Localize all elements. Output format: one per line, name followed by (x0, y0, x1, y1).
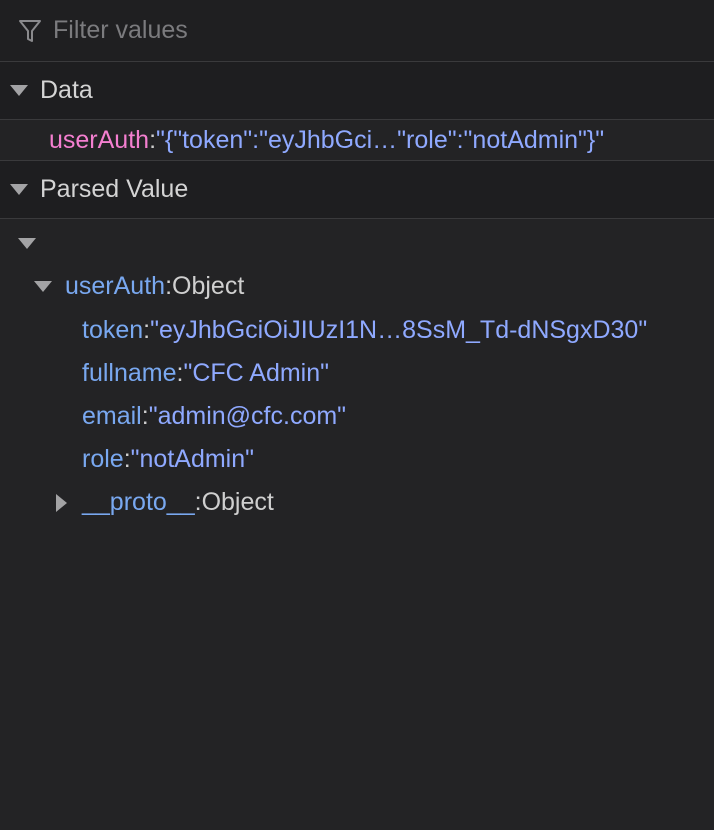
tree-node-userauth[interactable]: userAuth: Object (34, 272, 244, 301)
tree-value-role: "notAdmin" (130, 445, 255, 473)
triangle-right-icon[interactable] (56, 493, 67, 512)
tree-colon: : (194, 488, 202, 516)
triangle-down-icon (34, 281, 52, 292)
filter-input[interactable] (53, 16, 653, 45)
tree-type-userauth: Object (172, 272, 245, 300)
tree-key-role: role (82, 445, 124, 473)
tree-value-email: "admin@cfc.com" (148, 402, 347, 430)
storage-inspector-panel: Data userAuth:"{"token":"eyJhbGci…"role"… (0, 0, 714, 830)
triangle-down-icon (10, 184, 28, 195)
data-key: userAuth (49, 125, 150, 154)
tree-colon: : (141, 402, 149, 430)
tree-type-proto: Object (201, 488, 274, 516)
tree-colon: : (176, 359, 184, 387)
tree-colon: : (165, 272, 173, 300)
tree-prop-fullname[interactable]: fullname: "CFC Admin" (82, 359, 329, 388)
funnel-icon (19, 19, 41, 42)
section-header-data[interactable]: Data (0, 62, 714, 120)
tree-key-userauth: userAuth (65, 272, 166, 300)
data-value: "{"token":"eyJhbGci…"role":"notAdmin"}" (156, 125, 605, 154)
triangle-down-icon (10, 85, 28, 96)
data-colon: : (149, 125, 157, 154)
section-title-data: Data (40, 76, 93, 104)
tree-key-token: token (82, 316, 144, 344)
tree-value-fullname: "CFC Admin" (183, 359, 330, 387)
tree-key-fullname: fullname (82, 359, 177, 387)
tree-key-proto: __proto__ (82, 488, 195, 516)
section-title-parsed-value: Parsed Value (40, 175, 189, 203)
filter-bar (0, 0, 714, 62)
tree-value-token: "eyJhbGciOiJIUzI1N…8SsM_Td-dNSgxD30" (150, 316, 648, 344)
tree-root-toggle[interactable] (18, 238, 36, 249)
data-row[interactable]: userAuth: "{"token":"eyJhbGci…"role":"not… (0, 120, 714, 161)
tree-node-proto[interactable]: __proto__: Object (56, 488, 274, 517)
section-header-parsed-value[interactable]: Parsed Value (0, 161, 714, 219)
tree-key-email: email (82, 402, 142, 430)
tree-prop-email[interactable]: email: "admin@cfc.com" (82, 402, 346, 431)
tree-prop-token[interactable]: token: "eyJhbGciOiJIUzI1N…8SsM_Td-dNSgxD3… (82, 316, 647, 345)
tree-prop-role[interactable]: role: "notAdmin" (82, 445, 254, 474)
tree-colon: : (143, 316, 151, 344)
tree-colon: : (123, 445, 131, 473)
triangle-down-icon (18, 238, 36, 249)
